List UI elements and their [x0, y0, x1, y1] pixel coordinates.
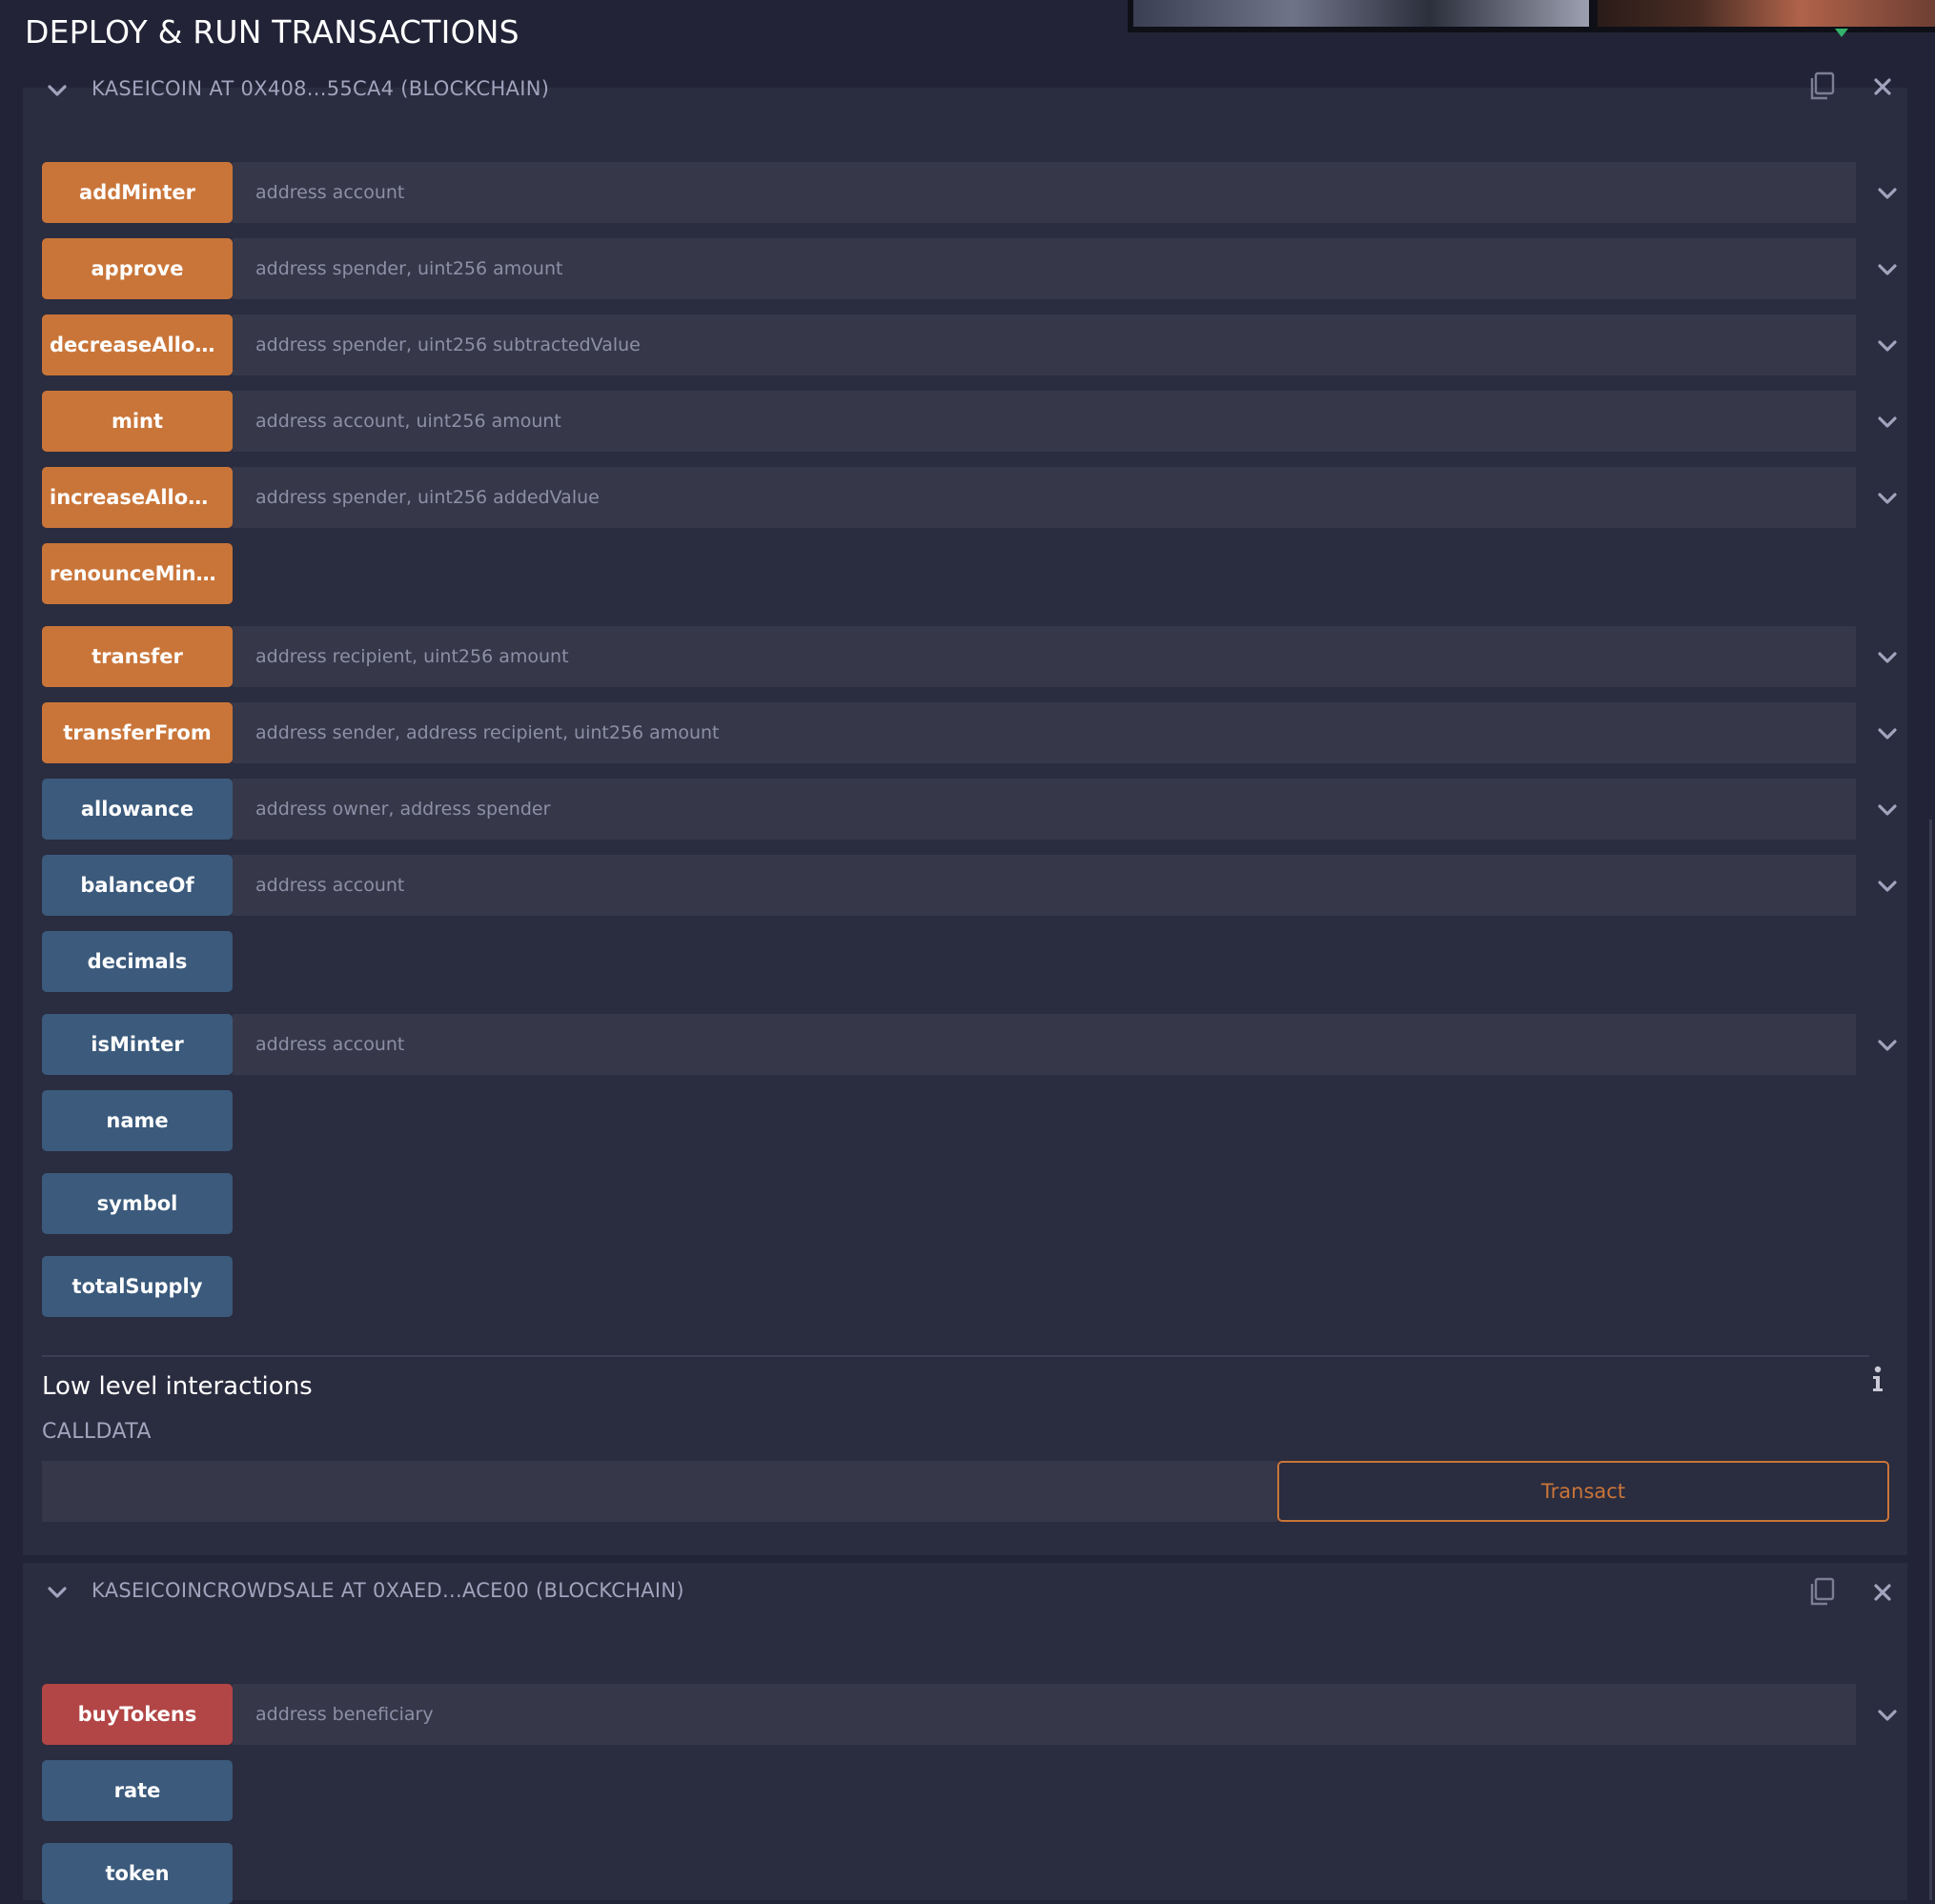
chevron-down-icon[interactable] [1876, 722, 1899, 745]
scrollbar[interactable] [1929, 820, 1932, 1900]
function-params-input[interactable]: address account [233, 855, 1856, 916]
status-indicator-icon [1835, 29, 1848, 37]
low-level-heading: Low level interactions [42, 1372, 313, 1401]
function-button[interactable]: buyTokens [42, 1684, 233, 1745]
function-button[interactable]: mint [42, 391, 233, 452]
calldata-label: CALLDATA [42, 1420, 152, 1444]
close-icon[interactable] [1872, 76, 1893, 97]
video-tile [1133, 0, 1589, 27]
chevron-down-icon[interactable] [1876, 646, 1899, 669]
function-button[interactable]: increaseAllow... [42, 467, 233, 528]
chevron-down-icon[interactable] [1876, 258, 1899, 281]
function-button[interactable]: allowance [42, 779, 233, 840]
function-button[interactable]: isMinter [42, 1014, 233, 1075]
function-button[interactable]: name [42, 1090, 233, 1151]
chevron-down-icon[interactable] [47, 80, 68, 101]
instance-header[interactable]: KASEICOINCROWDSALE AT 0XAED...ACE00 (BLO… [23, 1567, 1907, 1624]
info-icon[interactable] [1865, 1365, 1890, 1393]
function-params-input[interactable]: address spender, uint256 subtractedValue [233, 314, 1856, 375]
function-params-input[interactable]: address spender, uint256 amount [233, 238, 1856, 299]
function-button[interactable]: transferFrom [42, 702, 233, 763]
chevron-down-icon[interactable] [47, 1582, 68, 1603]
copy-icon[interactable] [1807, 1576, 1836, 1607]
chevron-down-icon[interactable] [1876, 799, 1899, 821]
chevron-down-icon[interactable] [1876, 1034, 1899, 1057]
instance-title: KASEICOIN AT 0X408...55CA4 (BLOCKCHAIN) [92, 77, 550, 100]
calldata-input[interactable] [42, 1461, 1277, 1522]
instance-header[interactable]: KASEICOIN AT 0X408...55CA4 (BLOCKCHAIN) [23, 65, 1907, 122]
copy-icon[interactable] [1807, 71, 1836, 101]
chevron-down-icon[interactable] [1876, 334, 1899, 357]
function-button[interactable]: renounceMinter [42, 543, 233, 604]
function-button[interactable]: token [42, 1843, 233, 1904]
function-params-input[interactable]: address account [233, 1014, 1856, 1075]
chevron-down-icon[interactable] [1876, 487, 1899, 510]
function-button[interactable]: decimals [42, 931, 233, 992]
video-tile [1598, 0, 1935, 27]
function-params-input[interactable]: address recipient, uint256 amount [233, 626, 1856, 687]
function-button[interactable]: transfer [42, 626, 233, 687]
function-params-input[interactable]: address account, uint256 amount [233, 391, 1856, 452]
chevron-down-icon[interactable] [1876, 182, 1899, 205]
contract-instance: KASEICOINCROWDSALE AT 0XAED...ACE00 (BLO… [23, 1563, 1907, 1904]
function-button[interactable]: approve [42, 238, 233, 299]
panel-title: DEPLOY & RUN TRANSACTIONS [25, 13, 519, 51]
contract-instance: KASEICOIN AT 0X408...55CA4 (BLOCKCHAIN) … [23, 71, 1907, 1555]
function-button[interactable]: addMinter [42, 162, 233, 223]
function-params-input[interactable]: address owner, address spender [233, 779, 1856, 840]
chevron-down-icon[interactable] [1876, 411, 1899, 434]
close-icon[interactable] [1872, 1582, 1893, 1603]
function-button[interactable]: decreaseAllow... [42, 314, 233, 375]
chevron-down-icon[interactable] [1876, 1704, 1899, 1727]
function-params-input[interactable]: address spender, uint256 addedValue [233, 467, 1856, 528]
function-params-input[interactable]: address account [233, 162, 1856, 223]
transact-button[interactable]: Transact [1277, 1461, 1889, 1522]
function-button[interactable]: rate [42, 1760, 233, 1821]
function-button[interactable]: totalSupply [42, 1256, 233, 1317]
function-button[interactable]: balanceOf [42, 855, 233, 916]
divider [42, 1355, 1869, 1357]
function-params-input[interactable]: address beneficiary [233, 1684, 1856, 1745]
instance-title: KASEICOINCROWDSALE AT 0XAED...ACE00 (BLO… [92, 1579, 684, 1602]
function-button[interactable]: symbol [42, 1173, 233, 1234]
function-params-input[interactable]: address sender, address recipient, uint2… [233, 702, 1856, 763]
chevron-down-icon[interactable] [1876, 875, 1899, 898]
